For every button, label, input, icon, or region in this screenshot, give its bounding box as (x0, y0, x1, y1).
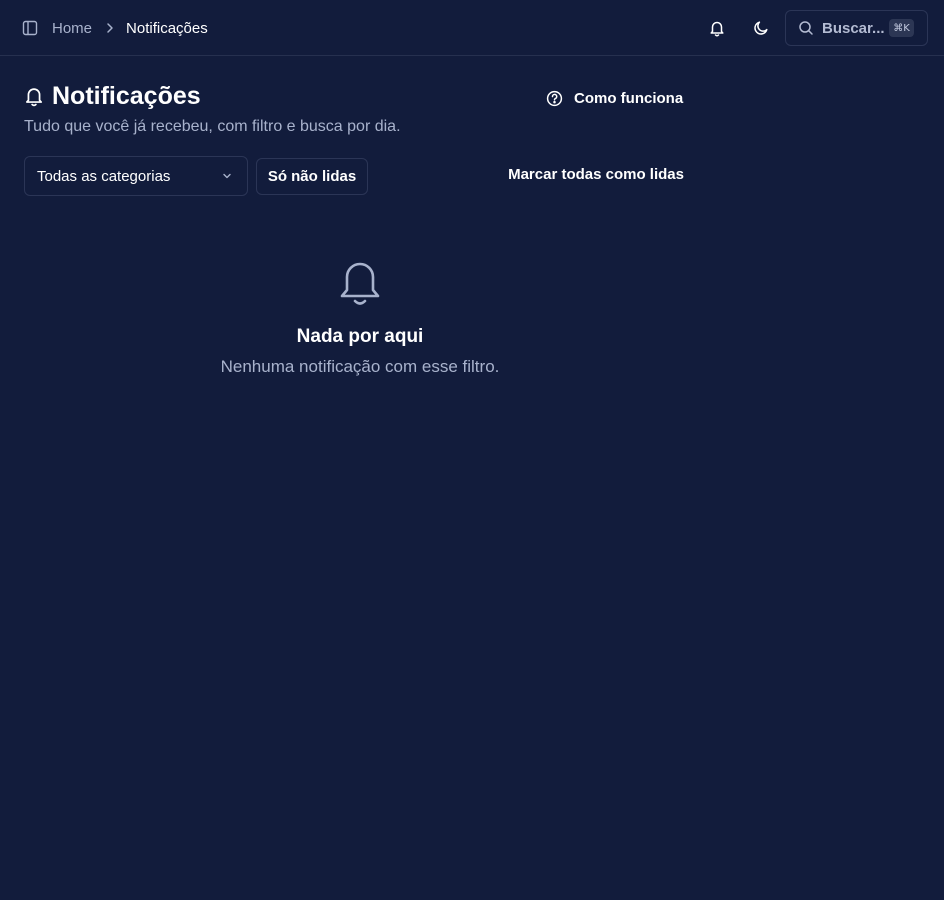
category-select[interactable]: Todas as categorias (24, 156, 248, 196)
chevron-right-icon (106, 22, 114, 34)
notifications-button[interactable] (705, 16, 729, 40)
breadcrumb: Home Notificações (52, 18, 208, 38)
page-header: Notificações (24, 82, 201, 110)
page-subtitle: Tudo que você já recebeu, com filtro e b… (24, 118, 401, 135)
bell-icon (340, 262, 380, 305)
empty-state-title: Nada por aqui (296, 326, 424, 347)
theme-toggle-button[interactable] (749, 16, 773, 40)
empty-state-description: Nenhuma notificação com esse filtro. (220, 357, 500, 376)
unread-only-button[interactable]: Só não lidas (256, 158, 368, 195)
bell-icon (25, 87, 43, 106)
how-it-works-button[interactable]: Como funciona (546, 88, 683, 108)
sidebar-toggle-button[interactable] (20, 18, 40, 38)
breadcrumb-current: Notificações (126, 19, 208, 37)
help-circle-icon (546, 90, 563, 106)
search-button[interactable]: Buscar... ⌘K (785, 10, 928, 46)
how-it-works-label: Como funciona (574, 89, 684, 107)
category-select-value: Todas as categorias (37, 167, 171, 185)
search-label: Buscar... (822, 19, 885, 37)
sidebar-toggle-icon (22, 20, 38, 36)
chevron-down-icon (223, 173, 231, 179)
search-icon (799, 21, 813, 35)
search-shortcut-badge: ⌘K (889, 19, 914, 37)
breadcrumb-home-link[interactable]: Home (52, 20, 92, 37)
top-bar: Home Notificações Buscar... ⌘K (0, 0, 944, 56)
moon-icon (754, 21, 768, 35)
bell-icon (710, 21, 724, 36)
page-title: Notificações (52, 81, 201, 110)
mark-all-read-button[interactable]: Marcar todas como lidas (490, 166, 684, 186)
